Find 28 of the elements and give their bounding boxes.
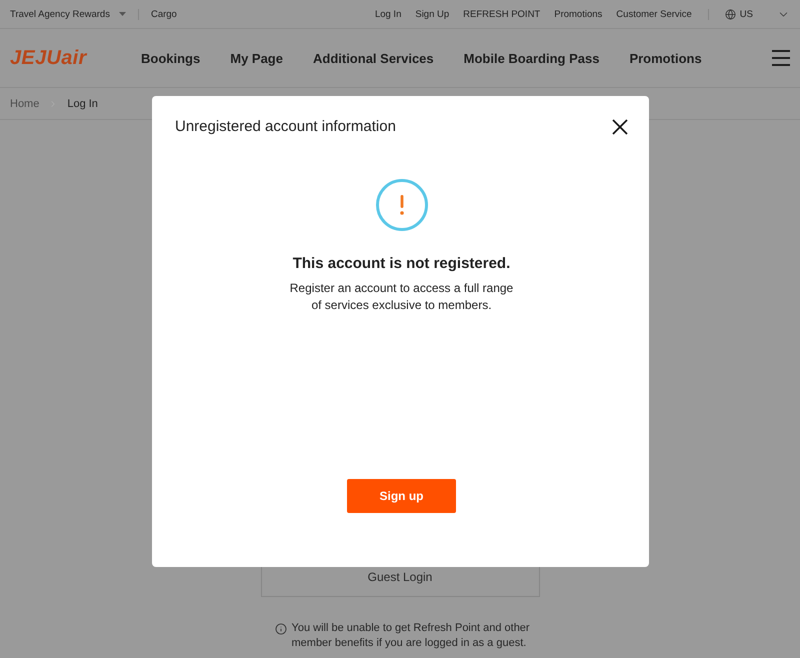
caret-icon (118, 12, 126, 16)
breadcrumb-link[interactable]: Log In (67, 98, 98, 110)
top-link[interactable]: Sign Up (415, 8, 450, 20)
nav-link[interactable]: Mobile Boarding Pass (464, 50, 600, 66)
info-icon (274, 623, 286, 635)
breadcrumb-link[interactable]: Home (10, 98, 40, 110)
top-link[interactable]: Log In (374, 8, 402, 20)
dropdown-link[interactable]: Travel Agency Rewards (10, 8, 126, 20)
dialog-message: Register an account to access a full range of services exclusive to members. (288, 280, 514, 314)
dialog-heading: This account is not registered. (292, 254, 510, 274)
top-link[interactable]: REFRESH POINT (463, 8, 540, 20)
top-link[interactable]: Cargo (150, 8, 177, 20)
menu-button[interactable] (772, 50, 790, 66)
nav-link[interactable]: Bookings (141, 50, 200, 66)
sign-up-button[interactable]: Sign up (347, 479, 456, 513)
nav-link[interactable]: Additional Services (312, 50, 434, 66)
guest-notice: You will be unable to get Refresh Point and other member benefits if you are logged in as a guest. (292, 621, 531, 651)
nav-link[interactable]: Promotions (629, 50, 702, 66)
top-link[interactable]: Customer Service (616, 8, 692, 20)
dialog-title: Unregistered account information (175, 117, 396, 137)
language-selector[interactable]: US (724, 8, 790, 20)
menu-icon (772, 50, 790, 66)
close-icon (612, 119, 628, 135)
globe-icon (724, 8, 736, 20)
exclamation-icon (376, 179, 428, 231)
top-link[interactable]: Promotions (554, 8, 602, 20)
nav-link[interactable]: My Page (230, 50, 283, 66)
close-button[interactable] (612, 119, 628, 135)
